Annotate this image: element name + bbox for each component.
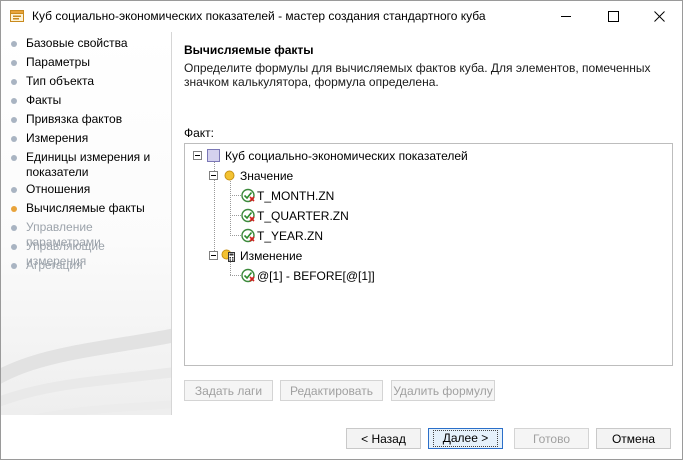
next-button-label: Далее >: [432, 430, 499, 447]
step-label: Единицы измерения и показатели: [26, 150, 151, 179]
step-bullet-icon: [11, 60, 17, 66]
set-lags-button[interactable]: Задать лаги: [184, 380, 273, 401]
wizard-window: Куб социально-экономических показателей …: [0, 0, 683, 460]
fact-label: Факт:: [184, 126, 215, 140]
tree-connector: [230, 181, 231, 236]
delete-formula-button[interactable]: Удалить формулу: [391, 380, 495, 401]
tree-node-label: @[1] - BEFORE[@[1]]: [257, 269, 375, 283]
tree-connector: [230, 195, 241, 196]
step-label: Вычисляемые факты: [26, 201, 145, 215]
step-label: Базовые свойства: [26, 36, 128, 50]
collapse-toggle-icon[interactable]: [193, 151, 202, 160]
cube-icon: [207, 149, 220, 162]
maximize-button[interactable]: [590, 1, 636, 32]
wizard-steps-panel: Базовые свойства Параметры Тип объекта Ф…: [1, 32, 171, 415]
calculated-fact-icon: [241, 268, 255, 283]
tree-connector: [230, 215, 241, 216]
tree-node-label: T_MONTH.ZN: [257, 189, 335, 203]
cancel-button[interactable]: Отмена: [596, 428, 671, 449]
collapse-toggle-icon[interactable]: [209, 251, 218, 260]
step-bullet-icon: [11, 155, 17, 161]
step-label: Тип объекта: [26, 74, 95, 88]
step-label: Факты: [26, 93, 62, 107]
step-label: Привязка фактов: [26, 112, 123, 126]
step-bullet-icon: [11, 98, 17, 104]
step-bullet-icon: [11, 263, 17, 269]
step-bullet-icon: [11, 41, 17, 47]
minimize-icon: [560, 16, 571, 17]
step-label: Отношения: [26, 182, 91, 196]
step-bullet-icon: [11, 79, 17, 85]
tree-node-label: Куб социально-экономических показателей: [225, 149, 468, 163]
page-title: Вычисляемые факты: [184, 43, 314, 57]
page-description: Определите формулы для вычисляемых факто…: [184, 61, 651, 89]
maximize-icon: [607, 11, 619, 22]
fact-group-icon: [224, 170, 235, 181]
cube-wizard-app-icon: [10, 10, 24, 22]
decorative-swirl: [1, 328, 171, 415]
tree-connector: [230, 235, 241, 236]
window-title: Куб социально-экономических показателей …: [32, 9, 486, 23]
finish-button[interactable]: Готово: [514, 428, 589, 449]
step-bullet-icon: [11, 206, 17, 212]
step-bullet-icon: [11, 225, 17, 231]
step-label: Измерения: [26, 131, 89, 145]
tree-node-label: Изменение: [240, 249, 303, 263]
step-bullet-icon: [11, 117, 17, 123]
tree-node-label: Значение: [240, 169, 294, 183]
close-icon: [653, 11, 665, 22]
next-button[interactable]: Далее >: [428, 428, 503, 449]
tree-connector: [230, 275, 241, 276]
title-bar: Куб социально-экономических показателей …: [1, 1, 682, 32]
close-button[interactable]: [636, 1, 682, 32]
step-bullet-icon: [11, 187, 17, 193]
back-button[interactable]: < Назад: [346, 428, 421, 449]
calculated-fact-icon: [241, 208, 255, 223]
step-bullet-icon: [11, 244, 17, 250]
facts-tree[interactable]: Куб социально-экономических показателей …: [184, 143, 673, 366]
tree-node-label: T_YEAR.ZN: [257, 229, 324, 243]
step-label: Агрегация: [26, 258, 83, 272]
step-label: Параметры: [26, 55, 90, 69]
step-bullet-icon: [11, 136, 17, 142]
calculator-fact-group-icon: [221, 249, 235, 262]
collapse-toggle-icon[interactable]: [209, 171, 218, 180]
panel-divider: [171, 32, 172, 415]
edit-formula-button[interactable]: Редактировать: [280, 380, 383, 401]
calculated-fact-icon: [241, 228, 255, 243]
minimize-button[interactable]: [543, 1, 589, 32]
calculated-fact-icon: [241, 188, 255, 203]
tree-node-label: T_QUARTER.ZN: [257, 209, 349, 223]
tree-connector: [230, 262, 231, 275]
